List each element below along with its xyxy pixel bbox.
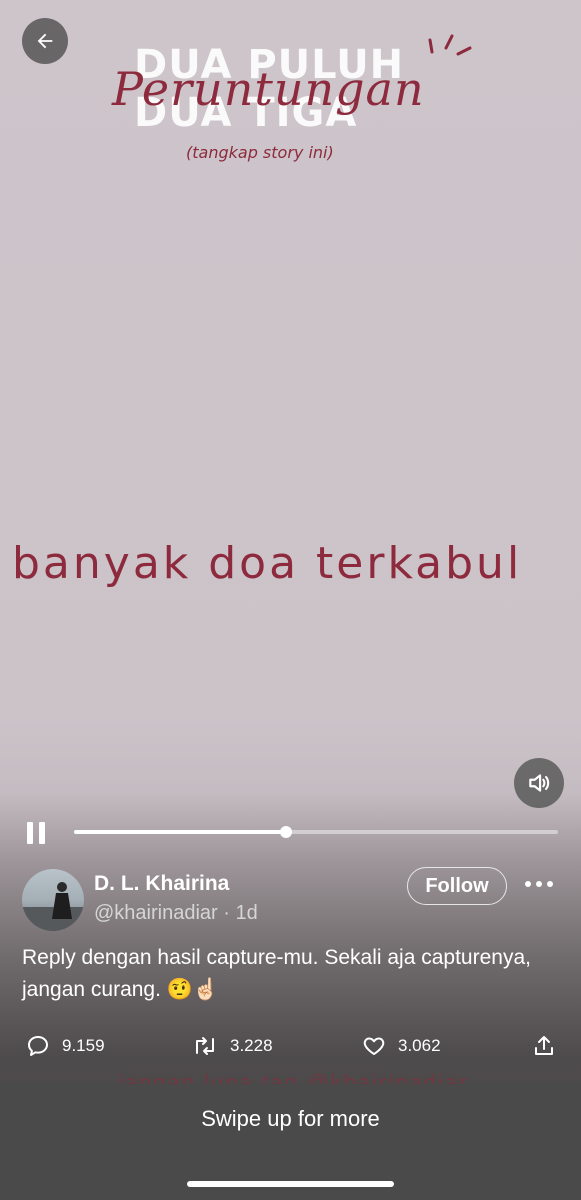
sparkle-icon	[428, 34, 472, 56]
video-progress-fill	[74, 830, 286, 834]
video-progress-bar[interactable]	[74, 826, 558, 838]
tweet-text: Reply dengan hasil capture-mu. Sekali aj…	[22, 946, 531, 1001]
home-indicator[interactable]	[187, 1181, 394, 1187]
video-stage[interactable]: DUA PULUH DUA TIGA Peruntungan (tangkap …	[0, 0, 581, 1200]
video-scrubber-handle[interactable]	[279, 826, 292, 838]
pause-button[interactable]	[24, 820, 50, 846]
reply-icon	[28, 1036, 48, 1056]
sound-toggle-button[interactable]	[514, 758, 564, 808]
avatar[interactable]	[22, 869, 84, 931]
more-options-button[interactable]	[525, 880, 555, 890]
like-count: 3.062	[398, 1036, 441, 1055]
speaker-icon	[529, 774, 550, 792]
retweet-icon	[196, 1037, 214, 1055]
pause-icon-bar	[39, 822, 45, 844]
more-dot	[547, 881, 553, 887]
follow-button[interactable]: Follow	[407, 867, 507, 905]
reply-button[interactable]: 9.159	[26, 1034, 105, 1058]
author-display-name[interactable]: D. L. Khairina	[94, 872, 229, 896]
author-handle-line: @khairinadiar · 1d	[94, 902, 258, 925]
subtitle: (tangkap story ini)	[186, 143, 334, 162]
script-title: Peruntungan	[112, 62, 425, 116]
share-button[interactable]	[532, 1034, 568, 1058]
fortune-text: banyak doa terkabul	[12, 538, 523, 589]
tweet-actions: 9.159 3.228 3.062	[0, 1034, 581, 1064]
heart-icon	[363, 1037, 385, 1055]
retweet-count: 3.228	[230, 1036, 273, 1055]
reply-count: 9.159	[62, 1036, 105, 1055]
retweet-button[interactable]: 3.228	[192, 1034, 273, 1058]
story-title-graphic: DUA PULUH DUA TIGA Peruntungan (tangkap …	[0, 34, 581, 176]
meta-separator: ·	[217, 902, 236, 924]
like-button[interactable]: 3.062	[362, 1034, 441, 1058]
avatar-photo	[22, 882, 84, 931]
more-dot	[536, 881, 542, 887]
share-icon	[535, 1036, 553, 1055]
next-slide-peek-text: jangan lupa tag @khairinadiar	[118, 1070, 469, 1084]
author-handle[interactable]: @khairinadiar	[94, 902, 218, 924]
tweet-time[interactable]: 1d	[235, 902, 257, 924]
swipe-up-label: Swipe up for more	[201, 1106, 380, 1131]
more-dot	[525, 881, 531, 887]
pause-icon-bar	[27, 822, 33, 844]
